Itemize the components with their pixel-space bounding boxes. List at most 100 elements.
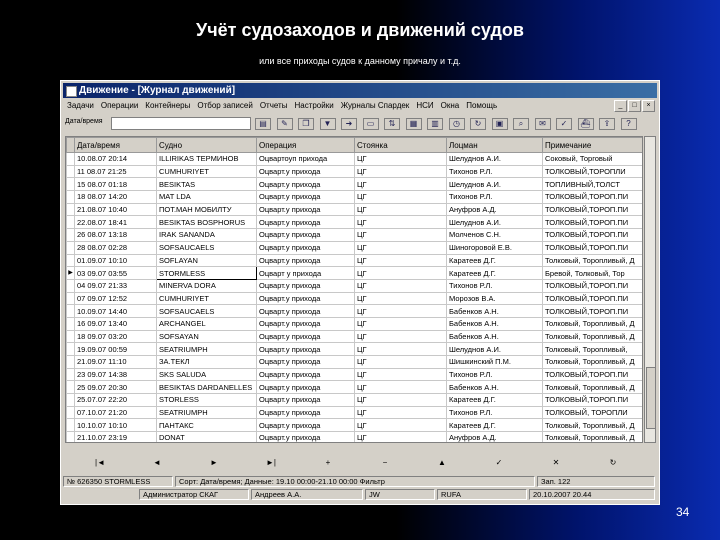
table-cell[interactable]: ТОЛКОВЫЙ,ТОРОП.ПИ — [542, 393, 642, 407]
calendar-icon[interactable]: ▣ — [491, 118, 508, 130]
table-cell[interactable]: Оцварт.у прихода — [256, 202, 355, 217]
table-cell[interactable]: ТОЛКОВЫЙ,ТОРОП.ПИ — [542, 202, 642, 217]
table-cell[interactable]: MINERVA DORA — [156, 278, 257, 293]
table-cell[interactable]: Толковый, Торопливый, Д — [542, 316, 642, 331]
table-cell[interactable]: Бабенков А.Н. — [446, 380, 543, 395]
table-cell[interactable]: ТОЛКОВЫЙ,ТОРОП.ПИ — [542, 190, 642, 204]
table-cell[interactable]: Оцварт.у прихода — [256, 405, 355, 420]
table-cell[interactable]: Оцварт.у прихода — [256, 393, 355, 407]
table-cell[interactable]: 03 09.07 03:55 — [74, 266, 157, 280]
table-cell[interactable]: ЦГ — [354, 380, 447, 395]
table-cell[interactable]: ЦГ — [354, 228, 447, 242]
table-cell[interactable]: ЦГ — [354, 316, 447, 331]
table-cell[interactable]: Оцварт.у прихода — [256, 228, 355, 242]
table-cell[interactable]: Тихонов Р.Л. — [446, 190, 543, 204]
maximize-button[interactable]: □ — [628, 100, 641, 112]
table-cell[interactable]: Толковый, Торопливый, Д — [542, 355, 642, 369]
table-cell[interactable]: 21.10.07 23:19 — [74, 431, 157, 442]
refresh-icon[interactable]: ↻ — [470, 118, 486, 130]
table-cell[interactable]: ТОЛКОВЫЙ,ТОРОП.ПИ — [542, 228, 642, 242]
table-cell[interactable]: Тихонов Р.Л. — [446, 164, 543, 179]
table-cell[interactable]: Каратеев Д.Г. — [446, 266, 543, 280]
table-cell[interactable]: SOFLAYAN — [156, 253, 257, 268]
table-cell[interactable]: Толковый, Торопливый, — [542, 342, 642, 356]
table-cell[interactable]: ПОТ.МАН МОБИЛТУ — [156, 202, 257, 217]
table-cell[interactable]: Толковый, Торопливый, Д — [542, 431, 642, 442]
table-cell[interactable]: Оцварт.у прихода — [256, 304, 355, 318]
table-cell[interactable]: ARCHANGEL — [156, 316, 257, 331]
help-icon[interactable]: ? — [620, 118, 637, 130]
table-cell[interactable]: Толковый, Торопливый, Д — [542, 380, 642, 395]
ship-icon[interactable]: ⛴ — [577, 118, 594, 130]
table-row[interactable]: ▶ 03 09.07 03:55 STORMLESS Оцварт у прихода… — [66, 266, 642, 280]
table-cell[interactable]: ТОЛКОВЫЙ,ТОРОП.ПИ — [542, 304, 642, 318]
table-cell[interactable]: ЗА.ТЕКЛ — [156, 355, 257, 369]
table-cell[interactable]: BESIKTAS — [156, 177, 257, 192]
close-button[interactable]: × — [642, 100, 655, 112]
table-cell[interactable]: 25.07.07 22:20 — [74, 393, 157, 407]
table-cell[interactable]: Толковый, Торопливый, Д — [542, 418, 642, 433]
table-cell[interactable]: CUMHURIYET — [156, 291, 257, 306]
table-cell[interactable]: ЦГ — [354, 215, 447, 230]
table-cell[interactable]: ТОЛКОВЫЙ,ТОРОП.ПИ — [542, 215, 642, 230]
table-cell[interactable]: Оцварт.у прихода — [256, 240, 355, 255]
menu-item-0[interactable]: Задачи — [67, 99, 94, 113]
table-cell[interactable]: Оцварт.у прихода — [256, 380, 355, 395]
table-cell[interactable]: ЦГ — [354, 304, 447, 318]
table-cell[interactable]: SOFSAUCAELS — [156, 240, 257, 255]
table-cell[interactable]: Оцварт.у прихода — [256, 253, 355, 268]
table-cell[interactable]: Оцварт.у прихода — [256, 342, 355, 356]
table-row[interactable]: 10.09.07 14:40 SOFSAUCAELS Оцварт.у приход… — [66, 304, 642, 318]
table-cell[interactable]: ЦГ — [354, 342, 447, 356]
table-row[interactable]: 21.10.07 23:19 DONAT Оцварт.у прихода ЦГ Ану… — [66, 431, 642, 442]
table-cell[interactable]: Молченов С.Н. — [446, 228, 543, 242]
table-cell[interactable]: ТОПЛИВНЫЙ,ТОЛСТ — [542, 177, 642, 192]
table-cell[interactable]: 18 08.07 14:20 — [74, 190, 157, 204]
table-cell[interactable]: Шелуднов А.И. — [446, 152, 543, 166]
table-row[interactable]: 07.10.07 21:20 SEATRIUMPH Оцварт.у прихода… — [66, 405, 642, 420]
clock-icon[interactable]: ◷ — [448, 118, 465, 130]
column-header-4[interactable]: Лоцман — [446, 137, 543, 153]
column-header-2[interactable]: Операция — [256, 137, 355, 153]
table-cell[interactable]: Тихонов Р.Л. — [446, 367, 543, 382]
table-cell[interactable]: ЦГ — [354, 355, 447, 369]
table-cell[interactable]: Оцварт у прихода — [256, 266, 355, 280]
table-cell[interactable]: Шелуднов А.И. — [446, 342, 543, 356]
table-cell[interactable]: Оцварт.у прихода — [256, 278, 355, 293]
table-cell[interactable]: Тихонов Р.Л. — [446, 405, 543, 420]
table-row[interactable]: 16 09.07 13:40 ARCHANGEL Оцварт.у прихода Ц… — [66, 316, 642, 331]
table-cell[interactable]: ЦГ — [354, 418, 447, 433]
table-cell[interactable]: ЦГ — [354, 278, 447, 293]
table-cell[interactable]: Оцвартоуп прихода — [256, 152, 355, 166]
table-cell[interactable]: ЦГ — [354, 202, 447, 217]
table-cell[interactable]: SOFSAYAN — [156, 329, 257, 344]
table-cell[interactable]: DONAT — [156, 431, 257, 442]
menu-item-6[interactable]: Журналы Спардек — [341, 99, 410, 113]
column-header-3[interactable]: Стоянка — [354, 137, 447, 153]
table-cell[interactable]: SEATRIUMPH — [156, 405, 257, 420]
table-cell[interactable]: 18 09.07 03:20 — [74, 329, 157, 344]
filter-icon[interactable]: ▼ — [319, 118, 336, 130]
table-cell[interactable]: ЦГ — [354, 266, 447, 280]
post-record-button[interactable]: ✓ — [492, 457, 506, 469]
column-header-5[interactable]: Примечание — [542, 137, 642, 153]
table-cell[interactable]: Каратеев Д.Г. — [446, 418, 543, 433]
table-row[interactable]: 26 08.07 13:18 IRAK SANANDA Оцварт.у прихо… — [66, 228, 642, 242]
minimize-button[interactable]: _ — [614, 100, 627, 112]
find-icon[interactable]: ⌕ — [513, 118, 529, 130]
table-cell[interactable]: Шишкинский П.М. — [446, 355, 543, 369]
table-cell[interactable]: ТОЛКОВЫЙ, ТОРОПЛИ — [542, 405, 642, 420]
search-input[interactable] — [111, 117, 251, 130]
menu-item-3[interactable]: Отбор записей — [197, 99, 252, 113]
table-cell[interactable]: SEATRIUMPH — [156, 342, 257, 356]
table-row[interactable]: 10.10.07 10:10 ПАНТАКС Оцварт.у прихода ЦГ К… — [66, 418, 642, 433]
table-row[interactable]: 22.08.07 18:41 BESIKTAS BOSPHORUS Оцварт.у… — [66, 215, 642, 230]
table-cell[interactable]: 25 09.07 20:30 — [74, 380, 157, 395]
table-cell[interactable]: MAT LDA — [156, 190, 257, 204]
table-cell[interactable]: Морозов В.А. — [446, 291, 543, 306]
table-cell[interactable]: Оцварт.у прихода — [256, 367, 355, 382]
delete-record-button[interactable]: − — [378, 457, 392, 469]
table-row[interactable]: 21.09.07 11:10 ЗА.ТЕКЛ Оцварт.у прихода ЦГ Ш… — [66, 355, 642, 369]
menu-item-2[interactable]: Контейнеры — [145, 99, 190, 113]
table-cell[interactable]: 10.09.07 14:40 — [74, 304, 157, 318]
